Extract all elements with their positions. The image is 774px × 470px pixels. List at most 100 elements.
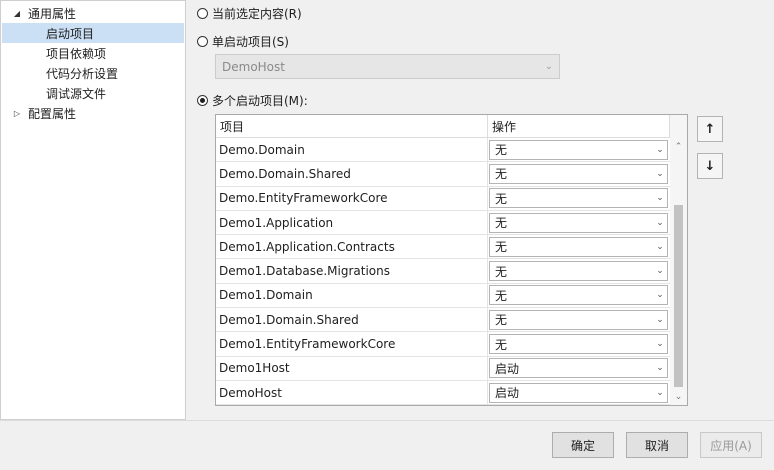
action-value: 无 [495,288,508,303]
startup-project-dialog: ◢ 通用属性 启动项目 项目依赖项 代码分析设置 调试源文件 ▷ 配置属性 当前… [0,0,774,470]
table-row: Demo1.Domain 无 ⌄ [216,283,670,309]
move-up-button[interactable]: ↑ [697,116,723,142]
ok-button[interactable]: 确定 [552,432,614,458]
action-dropdown[interactable]: 无 ⌄ [489,334,668,355]
action-value: 无 [495,191,508,206]
action-value: 无 [495,143,508,158]
chevron-down-icon: ⌄ [656,387,664,398]
table-row: Demo.Domain 无 ⌄ [216,138,670,163]
tree-item-code-analysis[interactable]: 代码分析设置 [2,63,184,83]
action-value: 无 [495,313,508,328]
tree-item-label: 项目依赖项 [46,46,107,61]
project-name-cell: Demo1.Application [216,210,488,235]
project-name-cell: Demo.Domain [216,138,488,162]
scroll-up-icon[interactable]: ⌃ [670,139,687,155]
table-row: Demo1Host 启动 ⌄ [216,356,670,381]
single-startup-label: 单启动项目(S) [212,34,289,49]
action-dropdown[interactable]: 启动 ⌄ [489,358,668,379]
table-row: Demo.EntityFrameworkCore 无 ⌄ [216,186,670,211]
arrow-up-icon: ↑ [704,121,716,137]
action-value: 无 [495,167,508,182]
cancel-button[interactable]: 取消 [626,432,688,458]
table-row: DemoHost 启动 ⌄ [216,380,670,405]
grid-body: Demo.Domain 无 ⌄ Demo.Domain.Shared 无 ⌄ Dem… [216,138,670,405]
action-dropdown[interactable]: 无 ⌄ [489,212,668,233]
action-value: 启动 [495,361,520,376]
project-name-cell: Demo1.Application.Contracts [216,235,488,259]
project-name-cell: Demo1.Domain.Shared [216,308,488,332]
action-dropdown[interactable]: 无 ⌄ [489,236,668,257]
tree-item-common-properties[interactable]: ◢ 通用属性 [2,3,184,23]
chevron-down-icon: ⌄ [656,314,664,325]
project-name-cell: Demo.EntityFrameworkCore [216,186,488,210]
tree-item-label: 配置属性 [28,106,77,121]
tree-item-label: 代码分析设置 [46,66,119,81]
project-name-cell: Demo1Host [216,356,488,380]
tree-item-label: 启动项目 [46,26,95,41]
move-down-button[interactable]: ↓ [697,153,723,179]
current-selection-label: 当前选定内容(R) [212,6,302,21]
arrow-down-icon: ↓ [704,158,716,174]
single-startup-value: DemoHost [222,59,285,74]
scroll-down-icon[interactable]: ⌄ [670,389,687,405]
project-name-cell: Demo.Domain.Shared [216,162,488,186]
action-value: 启动 [495,386,520,401]
chevron-down-icon: ⌄ [656,193,664,204]
multiple-startup-radio[interactable] [197,94,208,106]
table-row: Demo.Domain.Shared 无 ⌄ [216,162,670,187]
chevron-down-icon: ⌄ [656,266,664,277]
project-name-cell: Demo1.EntityFrameworkCore [216,332,488,356]
startup-projects-grid: 项目 操作 Demo.Domain 无 ⌄ Demo.Domain.Shared … [215,114,688,406]
multiple-startup-option[interactable]: 多个启动项目(M): [197,91,308,109]
single-startup-radio[interactable] [197,35,208,47]
table-row: Demo1.EntityFrameworkCore 无 ⌄ [216,332,670,357]
tree-item-configuration-properties[interactable]: ▷ 配置属性 [2,103,184,123]
current-selection-option[interactable]: 当前选定内容(R) [197,4,302,22]
tree-item-label: 调试源文件 [46,86,107,101]
action-value: 无 [495,216,508,231]
action-dropdown[interactable]: 无 ⌄ [489,285,668,306]
collapse-icon[interactable]: ◢ [12,3,22,23]
project-name-cell: DemoHost [216,380,488,405]
action-dropdown[interactable]: 无 ⌄ [489,188,668,209]
apply-button[interactable]: 应用(A) [700,432,762,458]
action-value: 无 [495,264,508,279]
expand-icon[interactable]: ▷ [12,103,22,123]
project-name-cell: Demo1.Database.Migrations [216,259,488,283]
chevron-down-icon: ⌄ [656,290,664,301]
action-value: 无 [495,240,508,255]
tree-item-project-dependencies[interactable]: 项目依赖项 [2,43,184,63]
table-row: Demo1.Application.Contracts 无 ⌄ [216,235,670,260]
chevron-down-icon: ⌄ [544,61,554,72]
single-startup-dropdown: DemoHost ⌄ [215,54,560,79]
scroll-thumb[interactable] [674,205,683,387]
multiple-startup-label: 多个启动项目(M): [212,93,308,108]
tree-item-label: 通用属性 [28,6,77,21]
grid-scrollbar[interactable]: ⌃ ⌄ [670,115,687,405]
action-dropdown[interactable]: 启动 ⌄ [489,382,668,403]
single-startup-option[interactable]: 单启动项目(S) [197,32,289,50]
grid-header: 项目 操作 [216,115,670,138]
chevron-down-icon: ⌄ [656,217,664,228]
action-dropdown[interactable]: 无 ⌄ [489,261,668,282]
action-dropdown[interactable]: 无 ⌄ [489,139,668,160]
chevron-down-icon: ⌄ [656,144,664,155]
action-value: 无 [495,337,508,352]
chevron-down-icon: ⌄ [656,241,664,252]
table-row: Demo1.Domain.Shared 无 ⌄ [216,308,670,333]
chevron-down-icon: ⌄ [656,363,664,374]
action-dropdown[interactable]: 无 ⌄ [489,309,668,330]
column-header-project[interactable]: 项目 [216,115,488,137]
tree-item-startup-project[interactable]: 启动项目 [2,23,184,43]
chevron-down-icon: ⌄ [656,339,664,350]
tree-item-debug-source-files[interactable]: 调试源文件 [2,83,184,103]
chevron-down-icon: ⌄ [656,168,664,179]
table-row: Demo1.Application 无 ⌄ [216,210,670,236]
table-row: Demo1.Database.Migrations 无 ⌄ [216,259,670,284]
property-tree: ◢ 通用属性 启动项目 项目依赖项 代码分析设置 调试源文件 ▷ 配置属性 [0,0,186,420]
action-dropdown[interactable]: 无 ⌄ [489,163,668,184]
current-selection-radio[interactable] [197,7,208,19]
footer-separator [0,420,774,421]
project-name-cell: Demo1.Domain [216,283,488,308]
column-header-action[interactable]: 操作 [488,115,670,137]
